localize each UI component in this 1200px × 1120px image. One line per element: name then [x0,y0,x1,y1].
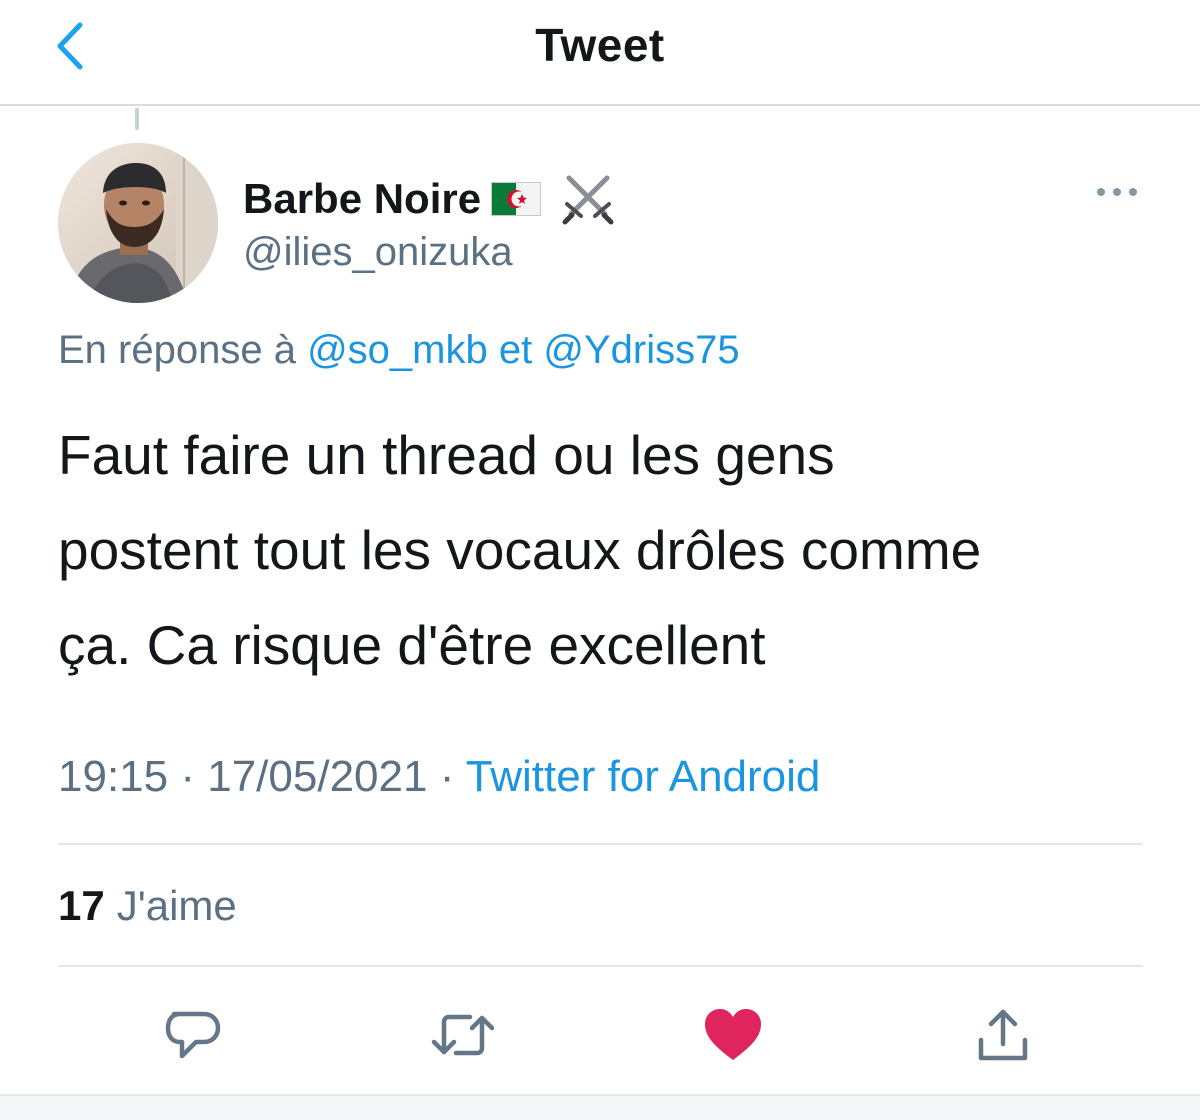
more-options-button[interactable] [1092,172,1142,212]
author-handle[interactable]: @ilies_onizuka [243,230,513,275]
reply-context-prefix: En réponse à [58,328,296,372]
avatar[interactable] [58,143,218,303]
divider [58,843,1143,845]
reply-context: En réponse à @so_mkb et @Ydriss75 [58,328,740,373]
author-display-name: Barbe Noire [243,175,482,222]
tweet-detail-screen: Tweet Barbe Noire @ilies_onizuka En répo… [0,0,1200,1120]
retweet-icon [431,1014,495,1056]
reply-context-joiner: et [498,328,533,372]
like-button[interactable] [698,1000,768,1070]
more-horizontal-icon [1097,188,1137,196]
crossed-swords-icon [562,175,614,225]
retweet-button[interactable] [428,1000,498,1070]
tweet-text-line: Faut faire un thread ou les gens [58,424,835,486]
divider [58,965,1143,967]
tweet-text-line: ça. Ca risque d'être excellent [58,614,766,676]
share-icon [978,1009,1028,1061]
reply-icon [165,1011,221,1059]
likes-label: J'aime [116,882,237,929]
tweet-source-link[interactable]: Twitter for Android [466,752,821,801]
author-name-row[interactable]: Barbe Noire [243,170,617,228]
meta-separator: · [439,752,455,801]
meta-separator: · [180,752,195,801]
mention-link-so-mkb[interactable]: @so_mkb [307,328,488,372]
reply-button[interactable] [158,1000,228,1070]
mention-link-ydriss75[interactable]: @Ydriss75 [543,328,739,372]
likes-count-row[interactable]: 17 J'aime [58,882,237,930]
likes-count: 17 [58,882,105,929]
avatar-photo [58,143,218,303]
tweet-date[interactable]: 17/05/2021 [207,752,427,801]
bottom-bar [0,1094,1200,1120]
top-nav-bar: Tweet [0,0,1200,106]
share-button[interactable] [968,1000,1038,1070]
tweet-meta: 19:15 · 17/05/2021 · Twitter for Android [58,752,820,802]
heart-icon [705,1009,761,1060]
algeria-flag-icon [491,182,542,216]
page-title: Tweet [535,19,665,71]
tweet-time[interactable]: 19:15 [58,752,168,801]
tweet-text: Faut faire un thread ou les gens postent… [58,408,1158,693]
thread-connector-line [135,108,139,130]
tweet-text-line: postent tout les vocaux drôles comme [58,519,982,581]
